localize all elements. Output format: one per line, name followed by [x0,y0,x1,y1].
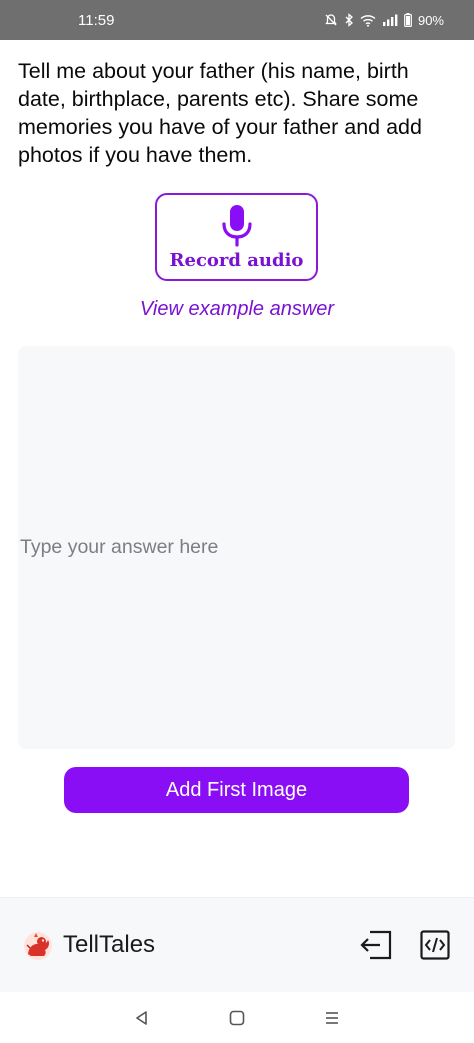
telltales-logo-icon [24,932,52,960]
brand-name: TellTales [63,931,156,958]
bluetooth-icon [345,13,353,27]
battery-icon [404,13,412,27]
app-actions [360,930,452,960]
brand[interactable]: TellTales [22,929,155,961]
signal-icon [382,14,398,26]
status-icons: 90% [324,13,444,28]
status-bar: 11:59 90% [0,0,474,40]
menu-icon[interactable] [323,1009,341,1027]
answer-textarea[interactable]: Type your answer here [18,346,455,749]
battery-percent: 90% [417,12,444,28]
microphone-icon [221,205,252,247]
record-audio-button[interactable]: Record audio [155,193,318,281]
app-bar: TellTales [0,897,474,992]
system-nav-bar [0,992,474,1043]
record-audio-label: Record audio [169,250,304,271]
add-first-image-button[interactable]: Add First Image [64,767,409,813]
answer-placeholder: Type your answer here [20,536,219,558]
back-icon[interactable] [133,1009,151,1027]
question-text: Tell me about your father (his name, bir… [18,59,422,167]
view-example-answer-link[interactable]: View example answer [0,298,474,321]
home-icon[interactable] [228,1009,246,1027]
wifi-icon [360,14,376,27]
status-time: 11:59 [78,11,115,29]
code-icon[interactable] [420,930,450,960]
exit-icon[interactable] [360,930,392,960]
mute-icon [325,14,337,26]
